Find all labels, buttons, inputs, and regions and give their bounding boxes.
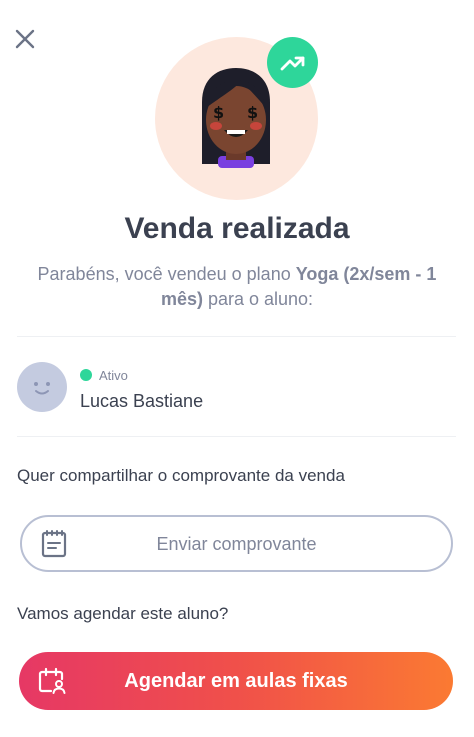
dialog-subtitle: Parabéns, você vendeu o plano Yoga (2x/s…: [28, 262, 446, 312]
schedule-question: Vamos agendar este aluno?: [17, 604, 229, 623]
student-card: Ativo Lucas Bastiane: [17, 362, 457, 414]
share-question: Quer compartilhar o comprovante da venda: [17, 466, 345, 485]
student-name: Lucas Bastiane: [80, 391, 204, 411]
dialog-title: Venda realizada: [124, 212, 350, 245]
sale-illustration: $ $: [155, 37, 318, 200]
close-button[interactable]: [14, 28, 36, 50]
divider: [17, 436, 456, 437]
divider: [17, 336, 456, 337]
schedule-button-label: Agendar em aulas fixas: [124, 670, 348, 692]
svg-text:$: $: [247, 103, 258, 122]
subtitle-suffix: para o aluno:: [202, 289, 314, 309]
money-face-avatar-icon: $ $: [202, 68, 270, 168]
trending-up-icon: [280, 56, 304, 70]
send-receipt-button[interactable]: Enviar comprovante: [20, 515, 453, 572]
trending-badge: [267, 37, 318, 88]
send-receipt-label: Enviar comprovante: [156, 534, 317, 554]
schedule-fixed-classes-button[interactable]: Agendar em aulas fixas: [19, 652, 453, 710]
subtitle-prefix: Parabéns, você vendeu o plano: [37, 264, 296, 284]
student-avatar: [17, 362, 67, 412]
student-status: Ativo: [99, 368, 128, 383]
svg-text:$: $: [213, 103, 224, 122]
close-icon: [15, 29, 35, 49]
status-dot: [80, 369, 92, 381]
smiley-icon: [34, 382, 50, 395]
